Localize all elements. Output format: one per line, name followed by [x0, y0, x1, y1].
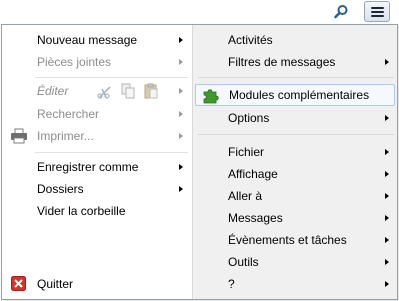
menu-item-messages[interactable]: Messages [195, 207, 395, 229]
submenu-arrow-icon [179, 88, 183, 94]
menu-item-label: Rechercher [37, 107, 100, 121]
submenu-arrow-icon [179, 164, 183, 170]
menu-item-label: Modules complémentaires [229, 88, 370, 102]
submenu-arrow-icon [385, 281, 389, 287]
menu-item-label: Imprimer... [37, 129, 94, 143]
submenu-arrow-icon [385, 193, 389, 199]
submenu-arrow-icon [385, 59, 389, 65]
menu-item-label: Vider la corbeille [37, 204, 126, 218]
printer-icon [10, 128, 28, 151]
hamburger-menu-button[interactable] [364, 1, 390, 22]
menu-item-edit[interactable]: Éditer [4, 80, 190, 102]
menu-item-label: Messages [228, 211, 283, 225]
menu-item-label: Fichier [228, 145, 265, 159]
menu-item-go[interactable]: Aller à [195, 185, 395, 207]
menu-item-label: Aller à [228, 189, 263, 203]
menu-item-folders[interactable]: Dossiers [4, 178, 190, 200]
menu-item-label: Évènements et tâches [228, 233, 347, 247]
submenu-arrow-icon [179, 111, 183, 117]
menu-item-file[interactable]: Fichier [195, 141, 395, 163]
menu-item-attachments[interactable]: Pièces jointes [4, 51, 190, 73]
menu-item-label: Affichage [228, 167, 278, 181]
menu-item-label: Quitter [37, 277, 74, 291]
submenu-arrow-icon [385, 149, 389, 155]
menu-item-activities[interactable]: Activités [195, 29, 395, 51]
menu-item-label: Outils [228, 255, 259, 269]
menu-item-view[interactable]: Affichage [195, 163, 395, 185]
submenu-arrow-icon [179, 59, 183, 65]
menu-item-label: Options [228, 111, 270, 125]
menu-item-addons[interactable]: Modules complémentaires [195, 84, 395, 106]
menu-item-label: Enregistrer comme [37, 160, 139, 174]
submenu-arrow-icon [385, 259, 389, 265]
magnifier-icon[interactable] [333, 4, 349, 20]
menu-item-search[interactable]: Rechercher [4, 103, 190, 125]
menu-item-quit[interactable]: Quitter [4, 273, 190, 295]
submenu-arrow-icon [385, 171, 389, 177]
quit-icon [11, 276, 26, 298]
menu-separator [35, 77, 188, 78]
menu-item-help[interactable]: ? [195, 273, 395, 295]
menu-item-message-filters[interactable]: Filtres de messages [195, 51, 395, 73]
right-menu-column: Activités Filtres de messages Modules co… [192, 25, 397, 299]
hamburger-bar [371, 11, 384, 13]
hamburger-menu-icon [371, 7, 384, 9]
submenu-arrow-icon [179, 186, 183, 192]
menu-separator [198, 77, 394, 78]
menu-item-options[interactable]: Options [195, 107, 395, 129]
menu-separator [198, 134, 394, 135]
menu-item-label: Dossiers [37, 182, 84, 196]
menu-item-print[interactable]: Imprimer... [4, 125, 190, 147]
left-menu-column: Nouveau message Pièces jointes Éditer Re… [2, 25, 192, 299]
menu-item-label: Nouveau message [37, 33, 138, 47]
menu-item-label: ? [228, 277, 235, 291]
submenu-arrow-icon [385, 237, 389, 243]
menu-item-new-message[interactable]: Nouveau message [4, 29, 190, 51]
menu-item-label: Éditer [37, 84, 69, 98]
submenu-arrow-icon [385, 215, 389, 221]
hamburger-bar [371, 15, 384, 17]
menu-item-tools[interactable]: Outils [195, 251, 395, 273]
menu-item-label: Activités [228, 33, 273, 47]
menu-item-empty-trash[interactable]: Vider la corbeille [4, 200, 190, 222]
menu-item-save-as[interactable]: Enregistrer comme [4, 156, 190, 178]
toolbar [0, 0, 399, 24]
submenu-arrow-icon [179, 37, 183, 43]
menu-item-label: Filtres de messages [228, 55, 336, 69]
menu-separator [35, 152, 188, 153]
menu-item-events-tasks[interactable]: Évènements et tâches [195, 229, 395, 251]
submenu-arrow-icon [179, 133, 183, 139]
app-menu-panel: Nouveau message Pièces jointes Éditer Re… [1, 24, 398, 300]
menu-item-label: Pièces jointes [37, 55, 112, 69]
submenu-arrow-icon [385, 115, 389, 121]
